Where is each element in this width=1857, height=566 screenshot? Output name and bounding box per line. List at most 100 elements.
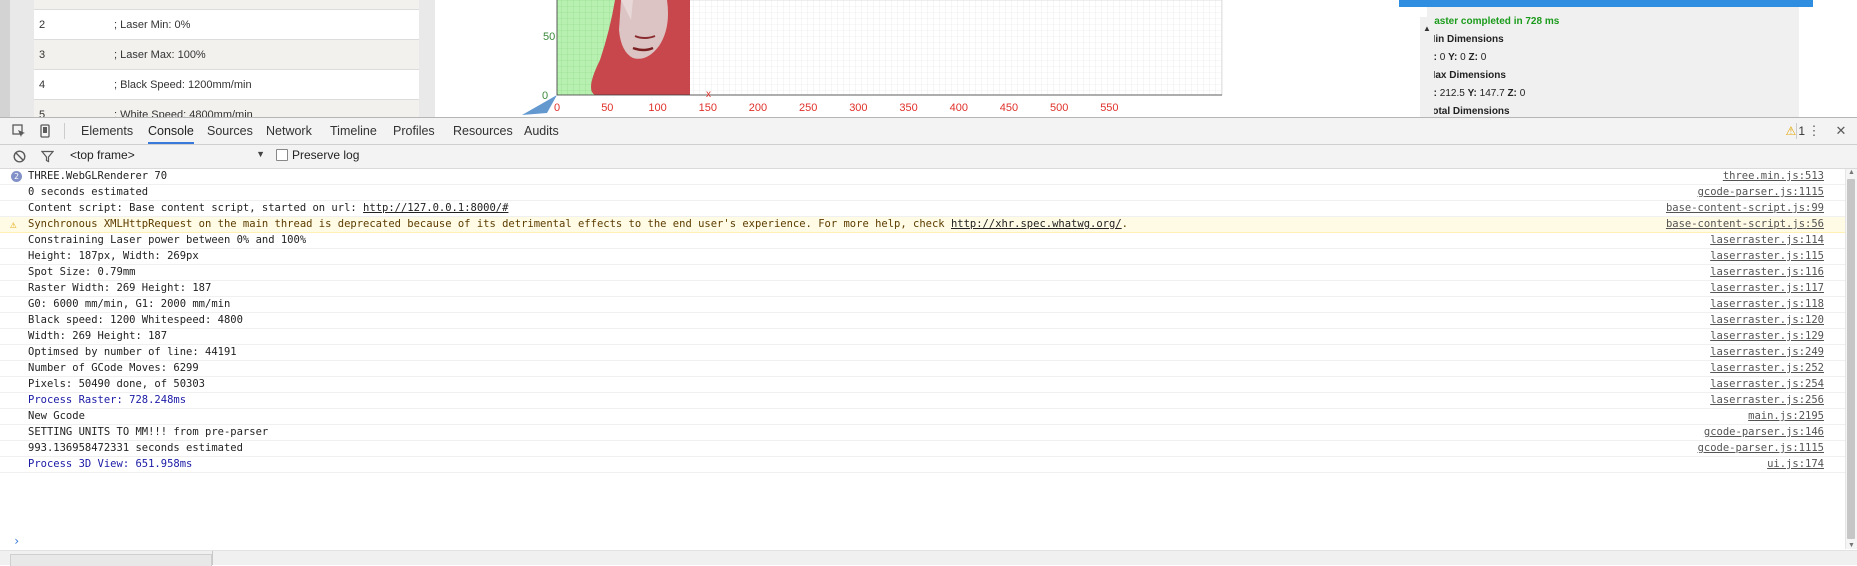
preserve-log-toggle[interactable]: Preserve log <box>276 148 359 162</box>
tab-audits[interactable]: Audits <box>524 118 559 144</box>
device-mode-icon[interactable] <box>36 122 54 140</box>
message-text: Process 3D View: 651.958ms <box>28 458 193 470</box>
console-scrollbar[interactable]: ▲ ▼ <box>1845 169 1857 549</box>
table-row[interactable]: 5 ; White Speed: 4800mm/min <box>34 99 419 117</box>
console-message-row[interactable]: 2 THREE.WebGLRenderer 70 three.min.js:513 <box>0 169 1846 185</box>
message-link[interactable]: http://xhr.spec.whatwg.org/ <box>951 218 1122 230</box>
tab-resources[interactable]: Resources <box>453 118 513 144</box>
gcode-table: 2 ; Laser Min: 0% 3 ; Laser Max: 100% 4 … <box>34 0 419 117</box>
source-link[interactable]: main.js:2195 <box>1748 409 1824 424</box>
console-message-row[interactable]: G0: 6000 mm/min, G1: 2000 mm/min laserras… <box>0 297 1846 313</box>
source-link[interactable]: laserraster.js:115 <box>1710 249 1824 264</box>
filter-icon[interactable] <box>38 147 56 165</box>
console-message-row[interactable]: Process Raster: 728.248ms laserraster.js:… <box>0 393 1846 409</box>
console-message-row[interactable]: Content script: Base content script, sta… <box>0 201 1846 217</box>
tab-network[interactable]: Network <box>266 118 312 144</box>
console-message-row[interactable]: Constraining Laser power between 0% and … <box>0 233 1846 249</box>
gcode-text: ; Laser Max: 100% <box>114 48 206 61</box>
console-message-row[interactable]: Pixels: 50490 done, of 50303 laserraster.… <box>0 377 1846 393</box>
message-text: THREE.WebGLRenderer 70 <box>28 170 168 182</box>
source-link[interactable]: gcode-parser.js:1115 <box>1698 441 1824 456</box>
source-link[interactable]: laserraster.js:118 <box>1710 297 1824 312</box>
3d-viewer[interactable]: x 50 0 0 50 100 150 200 250 300 350 400 450 500 550 <box>435 0 1385 117</box>
table-row[interactable]: 3 ; Laser Max: 100% <box>34 39 419 69</box>
table-row[interactable]: 4 ; Black Speed: 1200mm/min <box>34 69 419 99</box>
console-toolbar: <top frame> ▼ Preserve log <box>0 145 1857 169</box>
tab-sources[interactable]: Sources <box>207 118 253 144</box>
source-link[interactable]: laserraster.js:249 <box>1710 345 1824 360</box>
source-link[interactable]: base-content-script.js:56 <box>1666 217 1824 232</box>
x-tick-label: 200 <box>749 102 767 114</box>
console-message-row[interactable]: Height: 187px, Width: 269px laserraster.j… <box>0 249 1846 265</box>
preserve-log-label: Preserve log <box>292 148 360 162</box>
message-link[interactable]: http://127.0.0.1:8000/# <box>363 202 508 214</box>
tab-profiles[interactable]: Profiles <box>393 118 435 144</box>
console-prompt[interactable]: › <box>0 534 1846 550</box>
origin-marker: x <box>706 89 711 100</box>
message-text: SETTING UNITS TO MM!!! from pre-parser <box>28 426 269 438</box>
tab-elements[interactable]: Elements <box>81 118 133 144</box>
console-warning-row[interactable]: ⚠ Synchronous XMLHttpRequest on the main … <box>0 217 1846 233</box>
toolbar-divider <box>64 123 65 139</box>
message-text: Black speed: 1200 Whitespeed: 4800 <box>28 314 243 326</box>
source-link[interactable]: laserraster.js:254 <box>1710 377 1824 392</box>
x-tick-label: 550 <box>1100 102 1118 114</box>
console-message-row[interactable]: Process 3D View: 651.958ms ui.js:174 <box>0 457 1846 473</box>
source-link[interactable]: three.min.js:513 <box>1723 169 1824 184</box>
more-options-icon[interactable]: ⋮ <box>1805 122 1823 140</box>
max-dimensions-values: X: 212.5 Y: 147.7 Z: 0 <box>1427 88 1526 99</box>
prompt-chevron-icon: › <box>13 534 21 548</box>
table-row[interactable] <box>34 0 419 9</box>
source-link[interactable]: laserraster.js:129 <box>1710 329 1824 344</box>
source-link[interactable]: laserraster.js:114 <box>1710 233 1824 248</box>
source-link[interactable]: laserraster.js:120 <box>1710 313 1824 328</box>
x-tick-label: 300 <box>849 102 867 114</box>
x-tick-label: 150 <box>699 102 717 114</box>
scroll-up-icon[interactable]: ▲ <box>1423 24 1431 33</box>
message-tail: . <box>1121 218 1128 230</box>
console-message-row[interactable]: Optimsed by number of line: 44191 laserra… <box>0 345 1846 361</box>
source-link[interactable]: laserraster.js:116 <box>1710 265 1824 280</box>
console-message-row[interactable]: Spot Size: 0.79mm laserraster.js:116 <box>0 265 1846 281</box>
message-text: Width: 269 Height: 187 <box>28 330 168 342</box>
tab-timeline[interactable]: Timeline <box>330 118 377 144</box>
stats-panel: Raster completed in 728 ms Min Dimension… <box>1385 0 1857 117</box>
console-message-row[interactable]: Number of GCode Moves: 6299 laserraster.j… <box>0 361 1846 377</box>
preserve-log-checkbox[interactable] <box>276 149 288 161</box>
console-message-row[interactable]: SETTING UNITS TO MM!!! from pre-parser gc… <box>0 425 1846 441</box>
console-message-row[interactable]: Width: 269 Height: 187 laserraster.js:129 <box>0 329 1846 345</box>
message-text: Number of GCode Moves: 6299 <box>28 362 199 374</box>
source-link[interactable]: gcode-parser.js:1115 <box>1698 185 1824 200</box>
source-link[interactable]: laserraster.js:256 <box>1710 393 1824 408</box>
message-text: Raster Width: 269 Height: 187 <box>28 282 212 294</box>
drawer-divider <box>212 551 213 565</box>
viewer-canvas[interactable]: x 50 0 0 50 100 150 200 250 300 350 400 450 500 550 <box>435 0 1385 117</box>
x-axis-labels: 0 50 100 150 200 250 300 350 400 450 500 550 <box>554 102 1119 114</box>
scroll-up-icon[interactable]: ▲ <box>1848 169 1855 176</box>
scrollbar-thumb[interactable] <box>1847 179 1855 539</box>
source-link[interactable]: gcode-parser.js:146 <box>1704 425 1824 440</box>
line-number: 2 <box>39 18 46 31</box>
console-message-row[interactable]: New Gcode main.js:2195 <box>0 409 1846 425</box>
message-text: New Gcode <box>28 410 85 422</box>
table-row[interactable]: 2 ; Laser Min: 0% <box>34 9 419 39</box>
console-message-row[interactable]: 0 seconds estimated gcode-parser.js:1115 <box>0 185 1846 201</box>
console-message-row[interactable]: Black speed: 1200 Whitespeed: 4800 laserr… <box>0 313 1846 329</box>
console-message-row[interactable]: 993.136958472331 seconds estimated gcode-… <box>0 441 1846 457</box>
close-icon[interactable]: ✕ <box>1832 122 1850 140</box>
panel-header-bar <box>1399 0 1813 7</box>
source-link[interactable]: laserraster.js:252 <box>1710 361 1824 376</box>
tab-console[interactable]: Console <box>148 118 194 144</box>
frame-context-select[interactable]: <top frame> ▼ <box>70 148 265 164</box>
stats-scrollbar[interactable]: ▲ <box>1420 17 1434 117</box>
inspect-element-icon[interactable] <box>10 122 28 140</box>
drawer-input[interactable] <box>10 554 212 566</box>
source-link[interactable]: laserraster.js:117 <box>1710 281 1824 296</box>
source-link[interactable]: base-content-script.js:99 <box>1666 201 1824 216</box>
clear-console-icon[interactable] <box>10 147 28 165</box>
scroll-down-icon[interactable]: ▼ <box>1848 542 1855 549</box>
x-tick-label: 0 <box>554 102 560 114</box>
axis-arrow-icon <box>522 95 557 115</box>
console-message-row[interactable]: Raster Width: 269 Height: 187 laserraster… <box>0 281 1846 297</box>
source-link[interactable]: ui.js:174 <box>1767 457 1824 472</box>
